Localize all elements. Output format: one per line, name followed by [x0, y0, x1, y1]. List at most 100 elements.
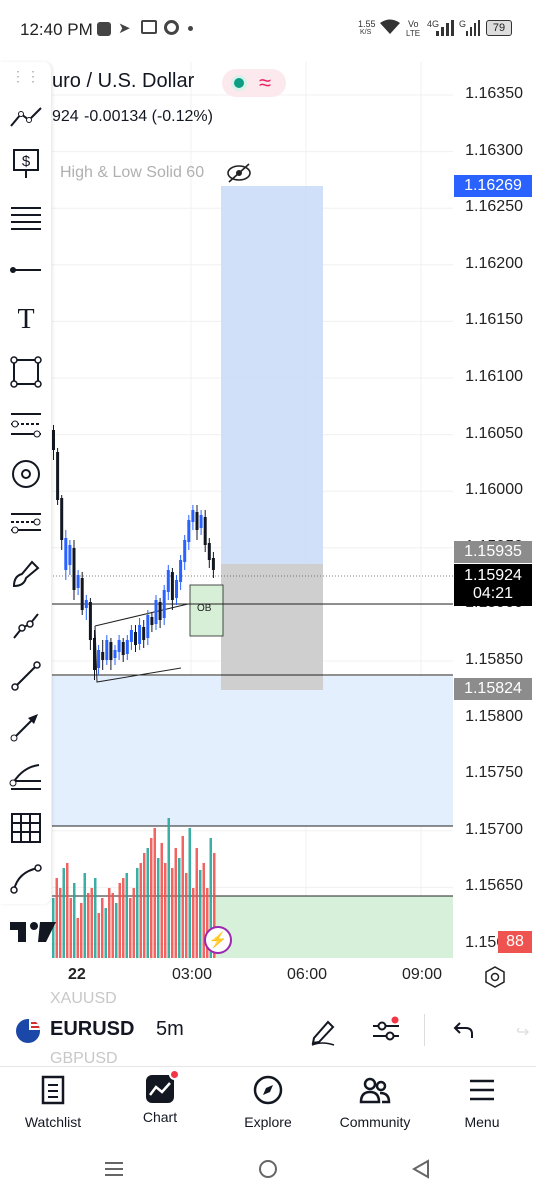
chrome-icon — [164, 20, 179, 35]
candle — [64, 538, 68, 570]
more-dot-icon — [188, 26, 193, 31]
tradingview-logo — [8, 918, 58, 944]
symbol-bar: XAUUSD EURUSD GBPUSD 5m ↪ — [0, 990, 536, 1067]
redo-icon[interactable]: ↪ — [516, 1022, 529, 1042]
trend-tool-icon[interactable] — [8, 98, 44, 134]
long-position-tool-icon[interactable] — [8, 506, 44, 542]
back-icon[interactable] — [412, 1159, 430, 1179]
battery-icon: 79 — [486, 20, 512, 36]
interval-selector[interactable]: 5m — [156, 1018, 184, 1041]
time-label-0900: 09:00 — [402, 966, 443, 983]
lightning-button[interactable]: ⚡ — [204, 926, 232, 954]
nav-chart[interactable]: Chart — [115, 1069, 205, 1125]
high-price-value: 1.15935 — [464, 543, 522, 560]
volume-bar — [66, 863, 69, 958]
line-tool-icon[interactable] — [8, 658, 44, 694]
candle — [162, 590, 166, 618]
net-speed-value: 1.55 — [358, 19, 376, 29]
home-icon[interactable] — [258, 1159, 278, 1179]
volume-bar — [157, 858, 160, 958]
candle — [109, 642, 113, 660]
price-label-icon[interactable]: $ — [8, 146, 44, 182]
prev-symbol[interactable]: XAUUSD — [50, 990, 117, 1008]
nav-explore[interactable]: Explore — [223, 1075, 313, 1130]
volume-bar — [139, 863, 142, 958]
volume-value: 88 — [506, 933, 524, 950]
volume-bar — [108, 888, 111, 958]
drawing-pen-icon[interactable] — [308, 1016, 338, 1046]
gallery-icon — [141, 20, 157, 34]
volume-bar — [118, 883, 121, 958]
price-axis-label: 1.16000 — [465, 481, 523, 499]
toolbar-drag-handle[interactable]: ⋮⋮ — [8, 66, 44, 86]
volume-bar — [150, 838, 153, 958]
volume-bar — [73, 883, 76, 958]
target-price-tag: 1.16269 — [454, 175, 532, 197]
status-time: 12:40 PM — [20, 20, 93, 39]
circle-tool-icon[interactable] — [8, 456, 44, 492]
brush-tool-icon[interactable] — [8, 556, 44, 592]
volume-bar — [199, 870, 202, 958]
volume-bar — [153, 828, 156, 958]
volume-bar — [174, 848, 177, 958]
arrow-tool-icon[interactable] — [8, 708, 44, 744]
horizontal-ray-icon[interactable] — [8, 252, 44, 288]
indicators-settings-icon[interactable] — [370, 1016, 402, 1046]
pitchfork-icon[interactable] — [8, 406, 44, 442]
system-nav-bar — [0, 1144, 536, 1200]
volte-top: Vo — [408, 19, 419, 29]
price-axis-label: 1.16350 — [465, 85, 523, 102]
nav-menu-label: Menu — [464, 1114, 500, 1130]
candle-countdown: 04:21 — [472, 585, 514, 602]
nav-watchlist[interactable]: Watchlist — [8, 1075, 98, 1130]
candle — [207, 543, 211, 560]
curve-tool-icon[interactable] — [8, 860, 44, 896]
volume-bar — [104, 908, 107, 958]
candle — [68, 545, 72, 565]
symbol-title[interactable]: uro / U.S. Dollar — [52, 70, 194, 93]
change-prefix: 924 — [52, 108, 79, 125]
volume-bar — [146, 848, 149, 958]
candle — [179, 560, 183, 582]
price-change: -0.00134 (-0.12%) — [84, 108, 213, 125]
long-position-profit[interactable] — [221, 186, 323, 564]
path-tool-icon[interactable] — [8, 608, 44, 644]
svg-text:$: $ — [22, 153, 31, 170]
text-tool-icon[interactable]: T — [8, 302, 44, 338]
grid-tool-icon[interactable] — [8, 810, 44, 846]
nav-community[interactable]: Community — [330, 1075, 420, 1130]
candle — [199, 515, 203, 528]
candle — [134, 632, 137, 645]
eye-off-icon[interactable] — [226, 162, 252, 184]
nav-menu[interactable]: Menu — [437, 1075, 527, 1130]
net-speed-unit: K/S — [360, 29, 372, 36]
volume-bar — [59, 888, 62, 958]
compass-icon — [253, 1075, 283, 1105]
volume-bar — [97, 913, 100, 958]
volume-bar — [160, 843, 163, 958]
candle — [158, 602, 162, 620]
candle — [72, 548, 76, 590]
volume-bar — [164, 863, 167, 958]
candle — [195, 512, 199, 530]
long-position-stop[interactable] — [221, 564, 323, 690]
time-label-0600: 06:00 — [287, 966, 328, 983]
candle — [211, 558, 215, 570]
candle — [60, 498, 64, 540]
fib-fan-icon[interactable] — [8, 758, 44, 794]
market-status-badge[interactable]: ≈ — [222, 69, 286, 97]
indicator-label[interactable]: High & Low Solid 60 — [60, 164, 212, 182]
nav-explore-label: Explore — [244, 1114, 292, 1130]
wifi-icon — [380, 19, 400, 34]
candle — [125, 640, 129, 654]
settings-icon[interactable] — [484, 966, 506, 988]
recent-apps-icon[interactable] — [104, 1160, 124, 1178]
fib-retracement-icon[interactable] — [8, 200, 44, 236]
high-price-tag: 1.15935 — [454, 541, 532, 563]
symbol-name[interactable]: EURUSD — [50, 1018, 134, 1041]
volume-tag: 88 — [498, 931, 532, 953]
volume-bar — [167, 818, 170, 958]
rectangle-tool-icon[interactable] — [8, 354, 44, 390]
undo-icon[interactable] — [450, 1020, 474, 1040]
volume-zone — [214, 896, 453, 958]
